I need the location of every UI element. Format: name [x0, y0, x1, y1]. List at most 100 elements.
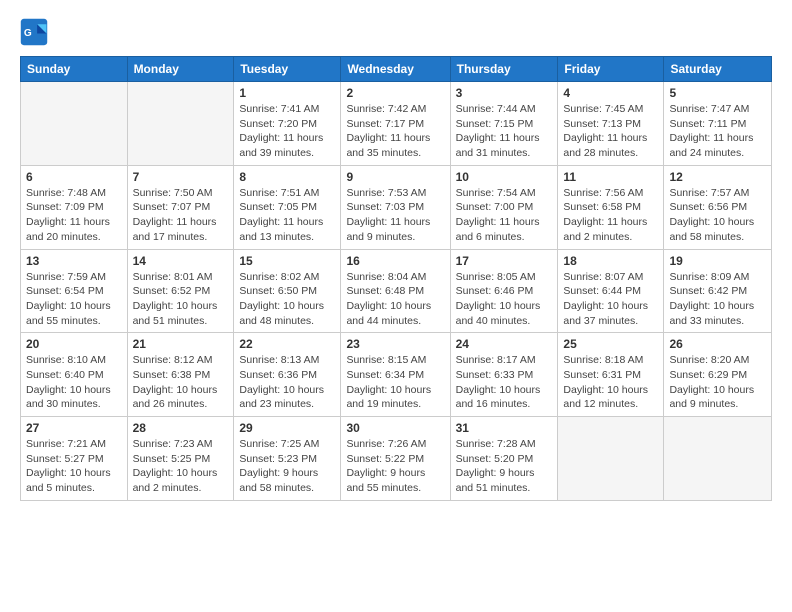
day-info: Sunrise: 7:54 AMSunset: 7:00 PMDaylight:… [456, 186, 553, 245]
day-number: 26 [669, 337, 766, 351]
day-cell [127, 82, 234, 166]
day-number: 29 [239, 421, 335, 435]
day-number: 23 [346, 337, 444, 351]
day-info: Sunrise: 7:57 AMSunset: 6:56 PMDaylight:… [669, 186, 766, 245]
day-cell: 3 Sunrise: 7:44 AMSunset: 7:15 PMDaylight… [450, 82, 558, 166]
day-cell: 13Sunrise: 7:59 AMSunset: 6:54 PMDayligh… [21, 249, 128, 333]
day-cell: 4Sunrise: 7:45 AMSunset: 7:13 PMDaylight… [558, 82, 664, 166]
day-number: 16 [346, 254, 444, 268]
day-cell: 30 Sunrise: 7:26 AMSunset: 5:22 PMDayligh… [341, 417, 450, 501]
day-cell [664, 417, 772, 501]
day-number: 13 [26, 254, 122, 268]
day-info: Sunrise: 7:48 AMSunset: 7:09 PMDaylight:… [26, 186, 122, 245]
day-info: Sunrise: 7:26 AMSunset: 5:22 PMDaylight:… [346, 437, 444, 496]
day-cell: 7Sunrise: 7:50 AMSunset: 7:07 PMDaylight… [127, 165, 234, 249]
day-info: Sunrise: 8:20 AMSunset: 6:29 PMDaylight:… [669, 353, 766, 412]
day-info: Sunrise: 7:42 AMSunset: 7:17 PMDaylight:… [346, 102, 444, 161]
day-cell: 12 Sunrise: 7:57 AMSunset: 6:56 PMDayligh… [664, 165, 772, 249]
day-number: 21 [133, 337, 229, 351]
day-info: Sunrise: 8:12 AMSunset: 6:38 PMDaylight:… [133, 353, 229, 412]
day-info: Sunrise: 8:10 AMSunset: 6:40 PMDaylight:… [26, 353, 122, 412]
day-number: 20 [26, 337, 122, 351]
week-row-5: 27 Sunrise: 7:21 AMSunset: 5:27 PMDayligh… [21, 417, 772, 501]
day-cell: 19 Sunrise: 8:09 AMSunset: 6:42 PMDayligh… [664, 249, 772, 333]
week-row-3: 13Sunrise: 7:59 AMSunset: 6:54 PMDayligh… [21, 249, 772, 333]
col-header-monday: Monday [127, 57, 234, 82]
day-number: 7 [133, 170, 229, 184]
day-number: 3 [456, 86, 553, 100]
day-info: Sunrise: 7:23 AMSunset: 5:25 PMDaylight:… [133, 437, 229, 496]
day-cell: 8Sunrise: 7:51 AMSunset: 7:05 PMDaylight… [234, 165, 341, 249]
day-cell: 11 Sunrise: 7:56 AMSunset: 6:58 PMDayligh… [558, 165, 664, 249]
day-info: Sunrise: 7:44 AMSunset: 7:15 PMDaylight:… [456, 102, 553, 161]
calendar-header-row: SundayMondayTuesdayWednesdayThursdayFrid… [21, 57, 772, 82]
day-number: 9 [346, 170, 444, 184]
week-row-1: 1 Sunrise: 7:41 AMSunset: 7:20 PMDaylight… [21, 82, 772, 166]
day-info: Sunrise: 7:56 AMSunset: 6:58 PMDaylight:… [563, 186, 658, 245]
day-number: 24 [456, 337, 553, 351]
day-number: 22 [239, 337, 335, 351]
day-cell: 25 Sunrise: 8:18 AMSunset: 6:31 PMDayligh… [558, 333, 664, 417]
svg-text:G: G [24, 28, 32, 39]
day-cell: 1 Sunrise: 7:41 AMSunset: 7:20 PMDaylight… [234, 82, 341, 166]
day-cell: 27 Sunrise: 7:21 AMSunset: 5:27 PMDayligh… [21, 417, 128, 501]
day-info: Sunrise: 8:15 AMSunset: 6:34 PMDaylight:… [346, 353, 444, 412]
day-info: Sunrise: 8:17 AMSunset: 6:33 PMDaylight:… [456, 353, 553, 412]
day-number: 10 [456, 170, 553, 184]
day-number: 2 [346, 86, 444, 100]
day-info: Sunrise: 7:53 AMSunset: 7:03 PMDaylight:… [346, 186, 444, 245]
day-number: 17 [456, 254, 553, 268]
day-cell: 18Sunrise: 8:07 AMSunset: 6:44 PMDayligh… [558, 249, 664, 333]
day-cell [558, 417, 664, 501]
day-info: Sunrise: 8:04 AMSunset: 6:48 PMDaylight:… [346, 270, 444, 329]
day-info: Sunrise: 8:09 AMSunset: 6:42 PMDaylight:… [669, 270, 766, 329]
day-info: Sunrise: 7:47 AMSunset: 7:11 PMDaylight:… [669, 102, 766, 161]
day-number: 12 [669, 170, 766, 184]
col-header-friday: Friday [558, 57, 664, 82]
day-number: 18 [563, 254, 658, 268]
day-number: 1 [239, 86, 335, 100]
day-info: Sunrise: 7:21 AMSunset: 5:27 PMDaylight:… [26, 437, 122, 496]
day-number: 25 [563, 337, 658, 351]
day-number: 19 [669, 254, 766, 268]
calendar-page: G SundayMondayTuesdayWednesdayThursdayFr… [0, 0, 792, 612]
day-cell: 10 Sunrise: 7:54 AMSunset: 7:00 PMDayligh… [450, 165, 558, 249]
day-info: Sunrise: 8:18 AMSunset: 6:31 PMDaylight:… [563, 353, 658, 412]
col-header-wednesday: Wednesday [341, 57, 450, 82]
day-cell: 20 Sunrise: 8:10 AMSunset: 6:40 PMDayligh… [21, 333, 128, 417]
day-cell: 31Sunrise: 7:28 AMSunset: 5:20 PMDayligh… [450, 417, 558, 501]
day-number: 8 [239, 170, 335, 184]
day-cell: 21 Sunrise: 8:12 AMSunset: 6:38 PMDayligh… [127, 333, 234, 417]
col-header-tuesday: Tuesday [234, 57, 341, 82]
day-cell: 17 Sunrise: 8:05 AMSunset: 6:46 PMDayligh… [450, 249, 558, 333]
day-info: Sunrise: 7:41 AMSunset: 7:20 PMDaylight:… [239, 102, 335, 161]
header: G [20, 18, 772, 46]
day-cell [21, 82, 128, 166]
week-row-4: 20 Sunrise: 8:10 AMSunset: 6:40 PMDayligh… [21, 333, 772, 417]
day-info: Sunrise: 7:28 AMSunset: 5:20 PMDaylight:… [456, 437, 553, 496]
day-cell: 15Sunrise: 8:02 AMSunset: 6:50 PMDayligh… [234, 249, 341, 333]
logo-icon: G [20, 18, 48, 46]
day-cell: 6 Sunrise: 7:48 AMSunset: 7:09 PMDaylight… [21, 165, 128, 249]
day-cell: 24 Sunrise: 8:17 AMSunset: 6:33 PMDayligh… [450, 333, 558, 417]
col-header-thursday: Thursday [450, 57, 558, 82]
day-number: 11 [563, 170, 658, 184]
day-info: Sunrise: 8:02 AMSunset: 6:50 PMDaylight:… [239, 270, 335, 329]
day-number: 5 [669, 86, 766, 100]
day-number: 30 [346, 421, 444, 435]
week-row-2: 6 Sunrise: 7:48 AMSunset: 7:09 PMDaylight… [21, 165, 772, 249]
day-number: 27 [26, 421, 122, 435]
logo: G [20, 18, 52, 46]
day-info: Sunrise: 8:13 AMSunset: 6:36 PMDaylight:… [239, 353, 335, 412]
day-number: 14 [133, 254, 229, 268]
day-cell: 28 Sunrise: 7:23 AMSunset: 5:25 PMDayligh… [127, 417, 234, 501]
day-info: Sunrise: 8:05 AMSunset: 6:46 PMDaylight:… [456, 270, 553, 329]
day-cell: 16 Sunrise: 8:04 AMSunset: 6:48 PMDayligh… [341, 249, 450, 333]
day-cell: 26 Sunrise: 8:20 AMSunset: 6:29 PMDayligh… [664, 333, 772, 417]
day-number: 28 [133, 421, 229, 435]
day-cell: 2 Sunrise: 7:42 AMSunset: 7:17 PMDaylight… [341, 82, 450, 166]
day-info: Sunrise: 7:25 AMSunset: 5:23 PMDaylight:… [239, 437, 335, 496]
day-number: 6 [26, 170, 122, 184]
col-header-saturday: Saturday [664, 57, 772, 82]
day-cell: 14Sunrise: 8:01 AMSunset: 6:52 PMDayligh… [127, 249, 234, 333]
